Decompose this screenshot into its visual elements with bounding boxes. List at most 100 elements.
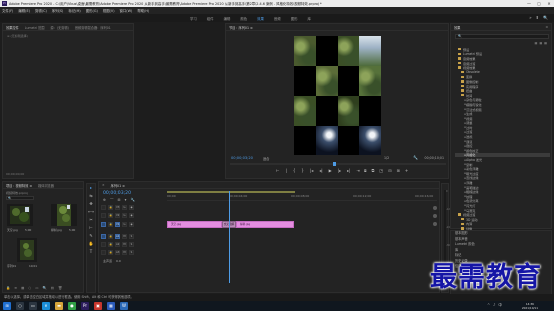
lock-track-icon[interactable]: 🔒 [108,221,113,227]
panel-menu-icon[interactable]: ≡ [545,25,548,29]
toggle-output-icon[interactable]: ◉ [129,205,134,211]
search-taskbar-icon[interactable]: ○ [16,302,24,310]
zoom-slider-icon[interactable]: ▭ [35,286,38,290]
new-bin-icon[interactable]: ▤ [51,286,54,290]
tab-lumetri-scopes[interactable]: Lumetri 范围 [25,25,45,30]
go-to-in-icon[interactable]: { [293,168,296,173]
search-icon[interactable]: 🔍 [543,15,548,20]
mute-button[interactable]: M [122,233,127,239]
step-forward-icon[interactable]: |▸ [338,168,341,173]
program-scrubber[interactable] [230,162,446,166]
workspace-tab[interactable]: 组件 [207,16,214,21]
workspace-tab[interactable]: 音频 [274,16,281,21]
32bit-filter-icon[interactable]: ▦ [539,41,542,45]
go-to-next-icon[interactable]: ▸| [347,168,350,173]
go-to-out-icon[interactable]: } [301,168,304,173]
start-taskbar-icon[interactable]: ⊞ [3,302,11,310]
effects-search-input[interactable]: 🔍 [455,34,549,39]
toggle-output-icon[interactable]: ◉ [129,213,134,219]
close-button[interactable]: ✕ [544,0,554,7]
workspace-tab[interactable]: 学习 [190,16,197,21]
button-editor-icon[interactable]: ⊞ [397,168,400,173]
workspace-tab[interactable]: 编辑 [224,16,231,21]
timeline-ruler[interactable]: 00;00 00;00;04;00 00;00;08;00 00;00;12;00 00… [167,191,437,201]
snap-icon[interactable]: ⌒ [110,198,114,203]
scroll-handle[interactable] [433,206,437,210]
target-track-button[interactable]: A2 [115,242,120,248]
extract-icon[interactable]: ⧉ [372,168,375,173]
accelerated-filter-icon[interactable]: ▦ [534,41,537,45]
source-patch-button[interactable] [101,213,106,219]
tab-effect-controls[interactable]: 效果控件 [6,25,19,30]
add-button-icon[interactable]: + [405,168,408,173]
lock-icon[interactable]: 🔒 [6,286,10,290]
mute-button[interactable]: M [122,242,127,248]
linked-selection-icon[interactable]: ⊞ [118,198,121,203]
lock-track-icon[interactable]: 🔒 [108,213,113,219]
hand-tool-icon[interactable]: ✋ [87,240,95,248]
workspace-tab[interactable]: 效果 [257,16,264,21]
source-patch-button[interactable] [101,242,106,248]
pen-tool-icon[interactable]: ✎ [87,232,95,240]
volume-icon[interactable]: ♪ [493,303,495,308]
sync-lock-icon[interactable]: ⇆ [122,205,127,211]
taskbar-clock[interactable]: 14:36 2021/10/11 [522,302,538,310]
icon-view-icon[interactable]: ▦ [21,286,24,290]
lock-track-icon[interactable]: 🔒 [108,205,113,211]
find-icon[interactable]: 🔍 [42,286,46,290]
tab-source[interactable]: 源：(无剪辑) [50,25,68,30]
track-select-icon[interactable]: ⇆ [87,192,95,200]
menu-markers[interactable]: 标记(M) [68,8,80,13]
zoom-level-select[interactable]: 适合 [263,156,269,161]
tab-project[interactable]: 项目：视频特效 ≡ [6,183,32,188]
task-view-taskbar-icon[interactable]: ▭ [29,302,37,310]
yuv-filter-icon[interactable]: ▦ [544,41,547,45]
work-area-bar[interactable] [167,191,295,193]
program-video-frame[interactable] [294,36,381,155]
go-to-end-icon[interactable]: ⇥ [356,168,359,173]
type-tool-icon[interactable]: T [87,248,95,256]
step-back-icon[interactable]: ◂| [319,168,322,173]
insert-sequence-icon[interactable]: ⊕ [103,198,106,203]
project-search-input[interactable]: 🔍 [6,196,34,200]
more-workspaces-icon[interactable]: » [529,15,531,20]
lock-track-icon[interactable]: 🔒 [108,242,113,248]
menu-sequence[interactable]: 序列(S) [52,8,64,13]
maximize-button[interactable]: ▢ [534,0,544,7]
sync-lock-icon[interactable]: ⇆ [122,213,127,219]
play-icon[interactable]: ▶ [329,168,332,173]
add-marker-icon[interactable]: ▾ [125,198,127,203]
mute-button[interactable]: M [122,250,127,256]
master-volume-value[interactable]: 0.0 [116,259,121,263]
razor-tool-icon[interactable]: ✂ [87,216,95,224]
menu-edit[interactable]: 编辑(E) [18,8,30,13]
folder-taskbar-icon[interactable]: ▬ [55,302,63,310]
divider[interactable]: | [285,168,286,173]
project-item-thumb-tree[interactable] [51,204,77,226]
source-patch-button[interactable] [101,205,106,211]
program-current-timecode[interactable]: 00;00;03;20 [231,156,253,160]
workspace-tab[interactable]: 图形 [291,16,298,21]
solo-button[interactable]: S [129,250,134,256]
workspace-tab[interactable]: 库 [307,16,310,21]
app-red-taskbar-icon[interactable]: ▣ [94,302,102,310]
timeline-playhead[interactable] [229,191,230,283]
list-view-icon[interactable]: ≡ [14,286,17,290]
tab-effects[interactable]: 效果 [454,25,460,30]
menu-clip[interactable]: 剪辑(C) [35,8,47,13]
menu-view[interactable]: 视图(V) [103,8,115,13]
slide-tool-icon[interactable]: ⊢ [87,224,95,232]
go-to-previous-icon[interactable]: |◂ [310,168,313,173]
timeline-clip[interactable]: 绿树.jpg [236,220,294,228]
edge-taskbar-icon[interactable]: e [42,302,50,310]
minimize-button[interactable]: — [524,0,534,7]
project-item-thumb-sequence[interactable] [17,238,37,262]
source-patch-button[interactable] [101,250,106,256]
playback-resolution-select[interactable]: 1/2 [384,156,389,160]
source-patch-button[interactable] [101,233,106,239]
tab-program[interactable]: 节目：序列01 ≡ [229,25,253,30]
toggle-output-icon[interactable]: ◉ [129,221,134,227]
lock-track-icon[interactable]: 🔒 [108,233,113,239]
slip-tool-icon[interactable]: ⟷ [87,208,95,216]
lift-icon[interactable]: ⧈ [364,168,367,173]
